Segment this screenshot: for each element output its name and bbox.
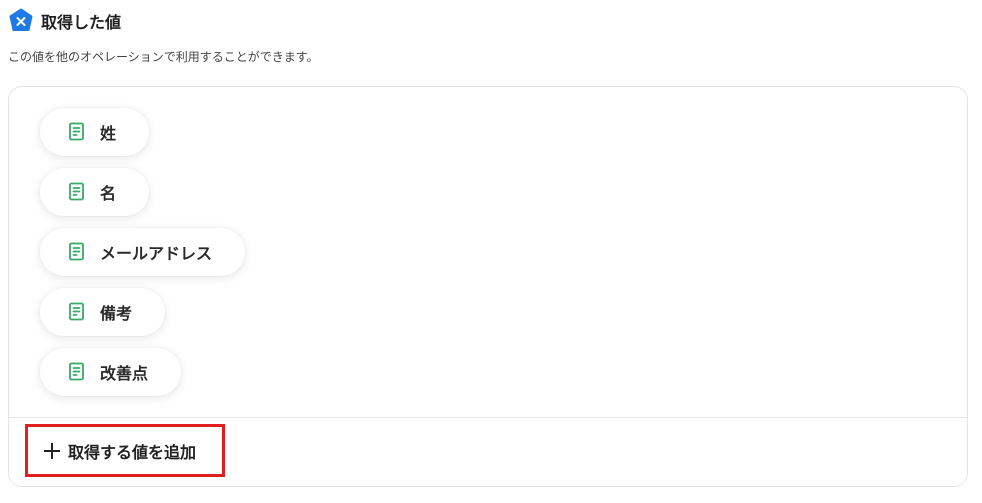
field-chip-sei[interactable]: 姓 <box>40 108 150 156</box>
field-list: 姓 名 メールアドレス 備考 改善点 <box>40 108 246 396</box>
document-field-icon <box>68 302 86 322</box>
plus-icon <box>44 442 60 459</box>
field-chip-mei[interactable]: 名 <box>40 168 150 216</box>
section-description: この値を他のオペレーションで利用することができます。 <box>8 50 319 64</box>
field-chip-label: 改善点 <box>100 364 149 383</box>
document-field-icon <box>68 122 86 142</box>
document-field-icon <box>68 242 86 262</box>
field-chip-notes[interactable]: 備考 <box>40 288 166 336</box>
field-chip-improvements[interactable]: 改善点 <box>40 348 182 396</box>
document-field-icon <box>68 182 86 202</box>
field-chip-label: メールアドレス <box>100 244 213 263</box>
add-value-label: 取得する値を追加 <box>68 442 197 462</box>
section-header: 取得した値 <box>8 8 121 34</box>
field-chip-label: 備考 <box>100 304 133 323</box>
values-panel: 姓 名 メールアドレス 備考 改善点 取得する値を追加 <box>8 86 968 487</box>
field-chip-email[interactable]: メールアドレス <box>40 228 246 276</box>
add-value-button[interactable]: 取得する値を追加 <box>25 424 225 477</box>
page-title: 取得した値 <box>41 13 122 32</box>
field-chip-label: 姓 <box>100 124 117 143</box>
document-field-icon <box>68 362 86 382</box>
field-chip-label: 名 <box>100 184 117 203</box>
brand-shield-x-icon <box>8 8 34 34</box>
panel-divider <box>9 417 967 418</box>
